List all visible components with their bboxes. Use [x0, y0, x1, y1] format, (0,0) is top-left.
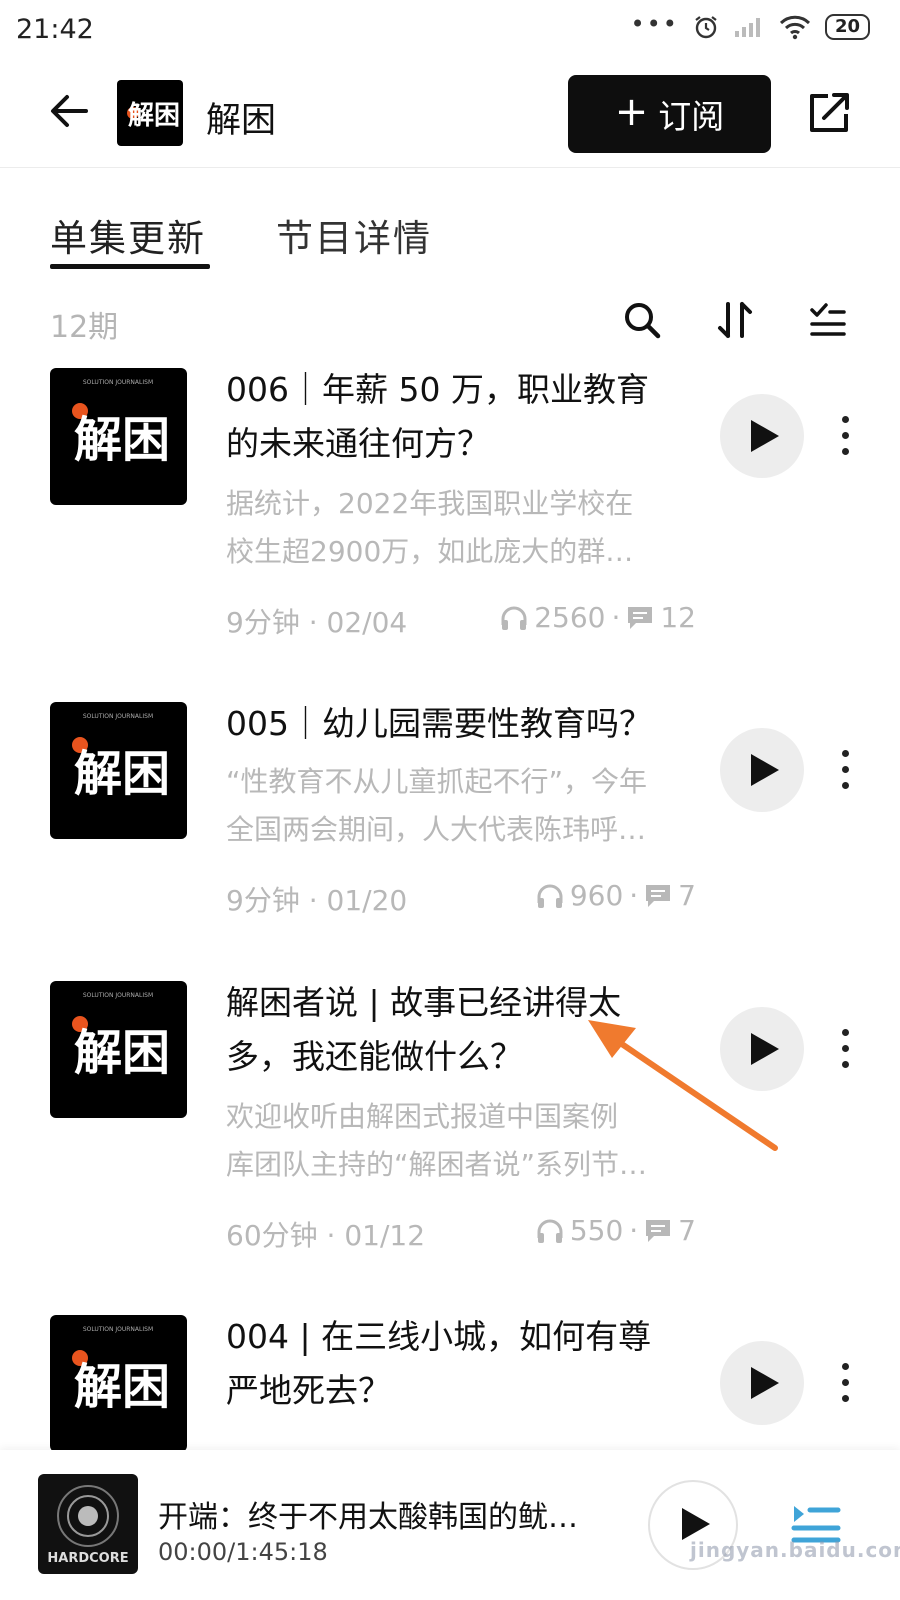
headphones-icon	[537, 1219, 563, 1243]
episode-desc-line: “性教育不从儿童抓起不行”，今年	[226, 765, 648, 798]
episode-duration-date: 60分钟 · 01/12	[226, 1219, 426, 1252]
episode-title-line: 005｜幼儿园需要性教育吗？	[226, 704, 652, 743]
episode-title-line: 006｜年薪 50 万，职业教育	[226, 370, 649, 409]
cover-banner: SOLUTION JOURNALISM	[83, 992, 153, 999]
subscribe-label: 订阅	[658, 97, 725, 136]
more-notifications-icon: •••	[630, 10, 679, 38]
play-icon	[751, 420, 779, 452]
more-options-icon[interactable]	[838, 750, 852, 794]
play-count: 960	[569, 879, 624, 912]
headphones-icon	[537, 884, 563, 908]
share-icon[interactable]	[806, 90, 852, 136]
episode-description: 据统计，2022年我国职业学校在 校生超2900万，如此庞大的群…	[226, 480, 691, 576]
cellular-signal-icon	[734, 18, 760, 37]
app-header: 解困 解困 + 订阅	[0, 62, 900, 168]
comment-count: 12	[660, 601, 696, 634]
play-episode-button[interactable]	[720, 728, 804, 812]
podcast-logo: 解困	[117, 80, 183, 146]
now-playing-cover-text: HARDCORE	[47, 1551, 128, 1566]
episode-item[interactable]: SOLUTION JOURNALISM 解困 004 | 在三线小城，如何有尊 …	[0, 1315, 900, 1450]
episode-duration-date: 9分钟 · 01/20	[226, 884, 408, 917]
episode-title[interactable]: 006｜年薪 50 万，职业教育 的未来通往何方？	[226, 363, 691, 471]
episode-title-line: 严地死去？	[226, 1371, 391, 1410]
watermark: jingyan.baidu.com	[690, 1538, 900, 1562]
comment-icon	[646, 1219, 671, 1242]
episode-title[interactable]: 004 | 在三线小城，如何有尊 严地死去？	[226, 1315, 691, 1418]
comment-icon	[646, 884, 671, 907]
episode-description: “性教育不从儿童抓起不行”，今年 全国两会期间，人大代表陈玮呼…	[226, 758, 691, 854]
episode-cover: SOLUTION JOURNALISM 解困	[50, 702, 187, 839]
podcast-logo-text: 解困	[128, 101, 180, 131]
play-episode-button[interactable]	[720, 1341, 804, 1425]
episode-desc-line: 全国两会期间，人大代表陈玮呼…	[226, 813, 647, 846]
cover-mark: 解困	[74, 1359, 170, 1415]
filter-list-icon[interactable]	[808, 300, 848, 340]
episode-desc-line: 校生超2900万，如此庞大的群…	[226, 535, 634, 568]
more-options-icon[interactable]	[838, 1363, 852, 1407]
episode-title-line: 多，我还能做什么？	[226, 1037, 523, 1076]
episode-desc-line: 欢迎收听由解困式报道中国案例	[226, 1100, 619, 1133]
comment-icon	[628, 606, 653, 629]
alarm-icon	[695, 16, 717, 39]
episode-count: 12期	[50, 310, 119, 345]
play-icon	[751, 754, 779, 786]
status-icons: ••• 20	[630, 10, 870, 40]
episode-cover: SOLUTION JOURNALISM 解困	[50, 981, 187, 1118]
episode-title[interactable]: 005｜幼儿园需要性教育吗？	[226, 697, 691, 751]
episode-desc-line: 据统计，2022年我国职业学校在	[226, 487, 634, 520]
tab-program-details[interactable]: 节目详情	[276, 208, 432, 262]
play-count: 550	[569, 1214, 624, 1247]
page-title: 解困	[206, 101, 277, 141]
episode-cover: SOLUTION JOURNALISM 解困	[50, 368, 187, 505]
battery-indicator: 20	[824, 14, 870, 40]
comment-count: 7	[678, 879, 696, 912]
now-playing-time: 00:00/1:45:18	[158, 1538, 328, 1566]
play-episode-button[interactable]	[720, 1007, 804, 1091]
episode-description: 欢迎收听由解困式报道中国案例 库团队主持的“解困者说”系列节…	[226, 1093, 691, 1189]
wifi-icon	[779, 15, 810, 40]
play-episode-button[interactable]	[720, 394, 804, 478]
more-options-icon[interactable]	[838, 416, 852, 460]
now-playing-title[interactable]: 开端：终于不用太酸韩国的鱿…	[158, 1492, 598, 1536]
now-playing-cover: HARDCORE	[38, 1474, 138, 1574]
play-icon	[682, 1508, 710, 1540]
episode-duration-date: 9分钟 · 02/04	[226, 606, 408, 639]
cover-banner: SOLUTION JOURNALISM	[83, 379, 153, 386]
play-count: 2560	[534, 601, 606, 634]
mini-player[interactable]: HARDCORE 开端：终于不用太酸韩国的鱿… 00:00/1:45:18 ji…	[0, 1450, 900, 1600]
headphones-icon	[501, 606, 527, 630]
episode-title-line: 的未来通往何方？	[226, 424, 490, 463]
search-icon[interactable]	[622, 300, 662, 340]
cover-banner: SOLUTION JOURNALISM	[83, 1326, 153, 1333]
cover-mark: 解困	[74, 412, 170, 468]
sort-icon[interactable]	[716, 300, 756, 340]
play-icon	[751, 1033, 779, 1065]
plus-icon: +	[614, 89, 649, 135]
active-tab-indicator	[50, 264, 210, 269]
episode-title-line: 004 | 在三线小城，如何有尊	[226, 1317, 652, 1356]
cover-mark: 解困	[74, 746, 170, 802]
more-options-icon[interactable]	[838, 1029, 852, 1073]
back-arrow-icon[interactable]	[48, 90, 90, 132]
tab-episodes[interactable]: 单集更新	[50, 208, 206, 262]
status-time: 21:42	[16, 14, 94, 45]
episode-desc-line: 库团队主持的“解困者说”系列节…	[226, 1148, 648, 1181]
status-bar: 21:42 ••• 20	[0, 0, 900, 62]
cover-banner: SOLUTION JOURNALISM	[83, 713, 153, 720]
play-icon	[751, 1367, 779, 1399]
cover-mark: 解困	[74, 1025, 170, 1081]
episode-cover: SOLUTION JOURNALISM 解困	[50, 1315, 187, 1450]
comment-count: 7	[678, 1214, 696, 1247]
episode-title[interactable]: 解困者说 | 故事已经讲得太 多，我还能做什么？	[226, 976, 691, 1084]
episode-title-line: 解困者说 | 故事已经讲得太	[226, 983, 622, 1022]
subscribe-button[interactable]: + 订阅	[568, 75, 771, 153]
